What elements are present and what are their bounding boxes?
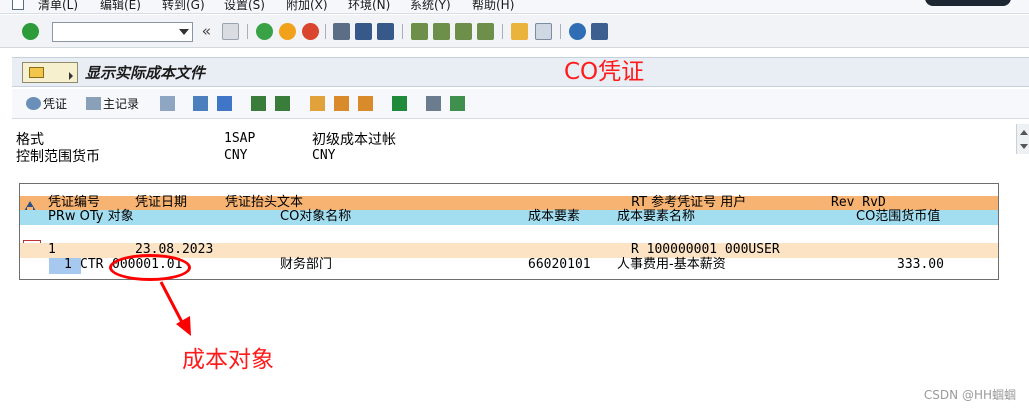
separator xyxy=(402,24,403,39)
sum-icon[interactable] xyxy=(392,96,407,111)
row1-rt-ref-user: R 100000001 000USER xyxy=(631,242,780,257)
master-record-button[interactable]: 主记录 xyxy=(86,95,139,113)
print-preview-icon[interactable] xyxy=(426,96,441,111)
exit-icon[interactable] xyxy=(279,23,296,40)
sort-ascending-icon[interactable] xyxy=(251,96,266,111)
menu-icon xyxy=(29,67,44,78)
collapse-icon[interactable] xyxy=(23,197,37,211)
menu-extras[interactable]: 附加(X) xyxy=(286,0,328,13)
row2-cost-element: 66020101 xyxy=(528,257,591,272)
menu-system[interactable]: 系统(Y) xyxy=(410,0,451,13)
format-code: 1SAP xyxy=(224,131,256,146)
save-layout-icon[interactable] xyxy=(358,96,373,111)
grid-header-row-1: 凭证编号 凭证日期 凭证抬头文本 RT 参考凭证号 用户 Rev RvD xyxy=(20,195,998,211)
menu-environment[interactable]: 环境(N) xyxy=(348,0,390,13)
system-toolbar: « xyxy=(0,15,1029,48)
first-page-icon[interactable] xyxy=(411,23,428,40)
new-session-icon[interactable] xyxy=(511,23,528,40)
separator xyxy=(560,24,561,39)
col-prw-oty-object[interactable]: PRw OTy 对象 xyxy=(48,209,134,225)
currency-label: 控制范围货币 xyxy=(16,149,100,165)
separator xyxy=(502,24,503,39)
next-page-icon[interactable] xyxy=(455,23,472,40)
cancel-icon[interactable] xyxy=(302,23,319,40)
format-text: 初级成本过帐 xyxy=(312,132,396,148)
menu-edit[interactable]: 编辑(E) xyxy=(100,0,141,13)
help-icon[interactable] xyxy=(569,23,586,40)
last-page-icon[interactable] xyxy=(477,23,494,40)
find-icon[interactable] xyxy=(355,23,372,40)
shortcut-icon[interactable] xyxy=(535,23,552,40)
list-icon[interactable] xyxy=(12,0,24,10)
separator xyxy=(247,24,248,39)
previous-page-icon[interactable] xyxy=(433,23,450,40)
scroll-up-icon[interactable] xyxy=(1020,130,1028,135)
glasses-icon xyxy=(86,97,101,110)
currency-code: CNY xyxy=(224,148,248,163)
voucher-button[interactable]: 凭证 xyxy=(26,95,67,113)
row2-oty: CTR xyxy=(80,257,104,272)
col-co-value[interactable]: CO范围货币值 xyxy=(856,209,940,225)
select-layout-icon[interactable] xyxy=(334,96,349,111)
menu-help[interactable]: 帮助(H) xyxy=(472,0,514,13)
annotation-cost-object: 成本对象 xyxy=(182,347,274,373)
vertical-scrollbar[interactable] xyxy=(1016,124,1029,154)
window-control-area xyxy=(925,0,1011,6)
title-menu-button[interactable] xyxy=(22,62,78,83)
row2-prw: 1 xyxy=(64,257,72,272)
currency-text: CNY xyxy=(312,148,336,163)
annotation-arrow-icon xyxy=(159,281,191,336)
enter-check-icon[interactable] xyxy=(22,23,39,40)
change-layout-icon[interactable] xyxy=(310,96,325,111)
menu-goto[interactable]: 转到(G) xyxy=(162,0,205,13)
col-cost-element-name[interactable]: 成本要素名称 xyxy=(617,209,695,225)
find-next-icon[interactable] xyxy=(377,23,394,40)
menu-bar: 清单(L) 编辑(E) 转到(G) 设置(S) 附加(X) 环境(N) 系统(Y… xyxy=(0,0,1029,14)
row1-doc-no: 1 xyxy=(48,242,56,257)
scroll-down-icon[interactable] xyxy=(1020,144,1028,149)
application-toolbar: 凭证 主记录 xyxy=(12,89,1029,119)
display-icon[interactable] xyxy=(160,96,175,111)
title-bar: 显示实际成本文件 xyxy=(12,57,1029,87)
menu-settings[interactable]: 设置(S) xyxy=(224,0,265,13)
master-record-button-label: 主记录 xyxy=(103,97,140,111)
row2-co-value: 333.00 xyxy=(897,257,944,272)
command-field[interactable] xyxy=(52,22,193,42)
col-co-object-name[interactable]: CO对象名称 xyxy=(280,209,351,225)
col-doc-date[interactable]: 凭证日期 xyxy=(135,195,187,211)
row2-cost-element-name: 人事费用-基本薪资 xyxy=(617,257,726,272)
export-icon[interactable] xyxy=(450,96,465,111)
caret-right-icon xyxy=(69,72,73,80)
annotation-co-voucher: CO凭证 xyxy=(564,59,645,85)
print-icon[interactable] xyxy=(333,23,350,40)
sort-descending-icon[interactable] xyxy=(275,96,290,111)
menu-list[interactable]: 清单(L) xyxy=(38,0,78,13)
voucher-button-label: 凭证 xyxy=(43,97,68,111)
chevron-down-icon[interactable] xyxy=(179,29,189,35)
back-icon[interactable] xyxy=(256,23,273,40)
annotation-ellipse xyxy=(109,254,191,281)
page-title: 显示实际成本文件 xyxy=(85,64,206,82)
separator xyxy=(325,24,326,39)
detail-icon[interactable] xyxy=(193,96,208,111)
filter-icon[interactable] xyxy=(217,96,232,111)
grid-header-row-2: PRw OTy 对象 CO对象名称 成本要素 成本要素名称 CO范围货币值 xyxy=(20,209,998,225)
magnifier-doc-icon xyxy=(26,97,41,110)
back-chevron-icon[interactable]: « xyxy=(202,22,211,40)
col-cost-element[interactable]: 成本要素 xyxy=(528,209,580,225)
save-icon[interactable] xyxy=(222,23,239,40)
customize-layout-icon[interactable] xyxy=(591,23,608,40)
row2-co-object-name: 财务部门 xyxy=(280,257,333,272)
watermark: CSDN @HH蝈蝈 xyxy=(923,388,1016,402)
